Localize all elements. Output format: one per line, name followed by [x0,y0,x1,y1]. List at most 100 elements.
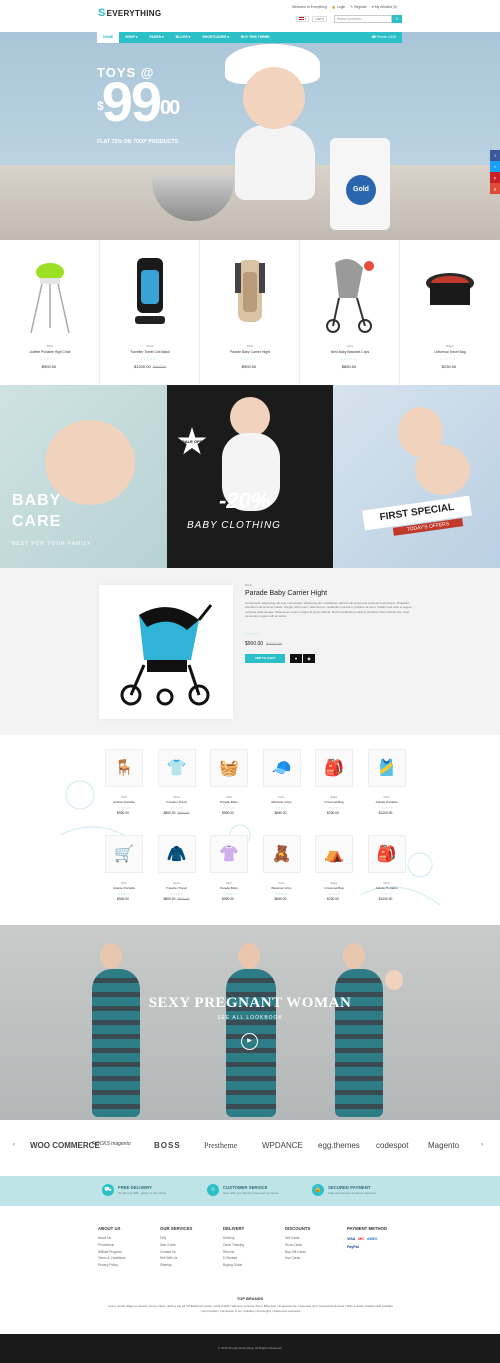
google-plus-icon[interactable]: g [490,183,500,194]
product-name[interactable]: Traveller Travel Crib Black [100,350,200,354]
main-nav: HOME SHOP ▾ PAGES ▾ BLOGS ▾ SHORTCODES ▾… [97,32,402,43]
product-name[interactable]: Nest Baby Bassinet Crips [300,350,400,354]
product-name[interactable]: Parade Baby [205,886,253,890]
featured-title[interactable]: Parade Baby Carrier Hight [245,590,327,597]
baby-care-banner[interactable]: BABY CARE BEST FOR YOUR FAMILY [0,385,167,568]
woman-image [92,969,140,1117]
brand-logo[interactable]: Magento [428,1141,459,1150]
search-input[interactable]: Search products... [334,15,392,23]
rating-stars: ★★★★★ [327,892,341,896]
product-card[interactable]: Cairo Nest Baby Bassinet Crips ★★★★★ $65… [300,240,400,385]
product-category: Pitch [383,796,390,799]
product-price: $230.00 [441,364,457,369]
product-category: Cairo [346,344,354,348]
nav-buy-theme[interactable]: BUY THIS THEME [235,32,276,43]
nav-shortcodes[interactable]: SHORTCODES ▾ [196,32,235,43]
grid-product-card[interactable]: 🧺 Pitch Parade Baby ★★★★★ $900.00 [205,749,253,815]
grid-product-card[interactable]: 🛒 Pitch Juliette Portable ★★★★★ $900.00 [100,835,148,901]
play-icon[interactable]: ▶ [241,1033,258,1050]
hero-slider[interactable]: Gold [0,32,500,240]
rating-stars: ★★★★★ [222,892,236,896]
brand-logo[interactable]: egg.themes [318,1141,360,1150]
brand-logo[interactable]: Prestheme [204,1141,237,1150]
twitter-icon[interactable]: t [490,161,500,172]
brand-logo[interactable]: ROCKS magento [92,1141,131,1147]
footer-col-delivery: DELIVERY Delivery Order Tracking Returns E-R… [223,1226,245,1268]
grid-product-card[interactable]: 👕 Sierra Traveller Travel ★★★★★ $800.00 $900.… [153,749,201,815]
product-name[interactable]: Bassinet Crips [258,886,306,890]
grid-product-card[interactable]: 🎽 Pitch Juliette Portable ★★★★★ $1200.00 [363,749,411,815]
product-name[interactable]: Juliette Portable [363,886,411,890]
product-name[interactable]: Bassinet Crips [258,800,306,804]
featured-image[interactable] [99,585,233,719]
woman-head-image [238,943,260,969]
product-name[interactable]: Universal Bag [310,886,358,890]
brand-logo[interactable]: WOO COMMERCE [30,1141,100,1150]
facebook-icon[interactable]: f [490,150,500,161]
product-grid: 🪑 Pitch Juliette Portable ★★★★★ $900.00 👕 Sier… [0,735,500,925]
lookbook-link[interactable]: SEE ALL LOOKBOOK [0,1015,500,1021]
first-special-banner[interactable]: FIRST SPECIAL TODAY'S OFFERS [333,385,500,568]
brand-logo[interactable]: codespot [376,1141,408,1150]
lookbook-banner[interactable] [0,925,500,1120]
featured-price: $900.00 $1000.00 [245,641,282,647]
product-card[interactable]: Sierra Traveller Travel Crib Black ★★★★★… [100,240,200,385]
product-image: 👚 [210,835,248,873]
grid-product-card[interactable]: 🧢 Cairo Bassinet Crips ★★★★★ $650.00 [258,749,306,815]
grid-product-card[interactable]: 🎒 Pitch Juliette Portable ★★★★★ $1200.00 [363,835,411,901]
sale-star-badge: SALE OFF [177,427,207,455]
product-price: $800.00 $900.00 [163,811,190,815]
product-category: Pitch [121,882,127,885]
product-card[interactable]: Pitch Juliette Portable High Chair ★★★★★… [0,240,100,385]
add-to-cart-button[interactable]: ADD TO CART [245,654,285,663]
customer-service-feature: ☺ CUSTOMER SERVICE Give with your friends … [207,1184,278,1196]
eye-icon[interactable]: ◉ [303,654,315,663]
nav-blogs[interactable]: BLOGS ▾ [170,32,197,43]
grid-product-card[interactable]: 🧥 Sierra Traveller Travel ★★★★★ $800.00 $900.… [153,835,201,901]
social-sidebar: f t p g [490,150,500,194]
grid-product-card[interactable]: 🧸 Cairo Bassinet Crips ★★★★★ $650.00 [258,835,306,901]
product-name[interactable]: Juliette Portable High Chair [0,350,100,354]
product-name[interactable]: Juliette Portable [100,800,148,804]
nav-home[interactable]: HOME [97,32,120,43]
nav-shop[interactable]: SHOP ▾ [119,32,143,43]
logo[interactable]: SEVERYTHING [98,7,161,19]
product-category: Pitch [121,796,127,799]
product-name[interactable]: Parade Baby [205,800,253,804]
rating-stars: ★★★★★ [275,806,288,810]
pinterest-icon[interactable]: p [490,172,500,183]
brand-logo[interactable]: BOSS [154,1141,181,1150]
language-select[interactable]: ▾ [296,16,310,22]
grid-product-card[interactable]: 🎒 Baget Universal Bag ★★★★★ $230.00 [310,749,358,815]
baby-clothing-banner[interactable]: SALE OFF -20% BABY CLOTHING [167,385,333,568]
wishlist-link[interactable]: ♥ My Wishlist (0) [372,5,397,9]
nav-pages[interactable]: PAGES ▾ [143,32,169,43]
product-name[interactable]: Traveller Travel [153,800,201,804]
grid-product-card[interactable]: 👚 Pitch Parade Baby ★★★★★ $900.00 [205,835,253,901]
banner-discount: -20% [219,488,271,513]
grid-product-card[interactable]: 🪑 Pitch Juliette Portable ★★★★★ $900.00 [100,749,148,815]
product-name[interactable]: Universal Travel Bag [400,350,500,354]
login-link[interactable]: 🔒 Login [332,5,345,9]
product-image: 🧥 [157,835,196,873]
chevron-right-icon[interactable]: › [481,1142,483,1148]
currency-select[interactable]: USD ▾ [312,16,328,22]
product-name[interactable]: Parade Baby Carrier Hight [200,350,300,354]
search-button[interactable]: ⌕ [392,15,402,23]
product-price: $900.00 [222,811,234,815]
product-card[interactable]: Pitch Parade Baby Carrier Hight ★★★★★ $9… [200,240,300,385]
heart-icon[interactable]: ♥ [290,654,302,663]
promo-banners: BABY CARE BEST FOR YOUR FAMILY SALE OFF … [0,385,500,568]
brand-logo[interactable]: WPDANCE [262,1141,303,1150]
top-brands-links[interactable]: Luxury goods | Bags on wheels | Luxury b… [108,1304,393,1313]
chevron-left-icon[interactable]: ‹ [13,1142,15,1148]
product-price: $900.00 [117,897,129,901]
product-category: Baget [330,882,338,885]
grid-product-card[interactable]: ⛺ Baget Universal Bag ★★★★★ $230.00 [310,835,358,901]
product-card[interactable]: Baget Universal Travel Bag ★★★★★ $230.00 [400,240,500,385]
product-name[interactable]: Juliette Portable [363,800,411,804]
product-name[interactable]: Universal Bag [310,800,358,804]
product-name[interactable]: Juliette Portable [100,886,148,890]
product-name[interactable]: Traveller Travel [153,886,201,890]
register-link[interactable]: ✎ Register [350,5,366,9]
